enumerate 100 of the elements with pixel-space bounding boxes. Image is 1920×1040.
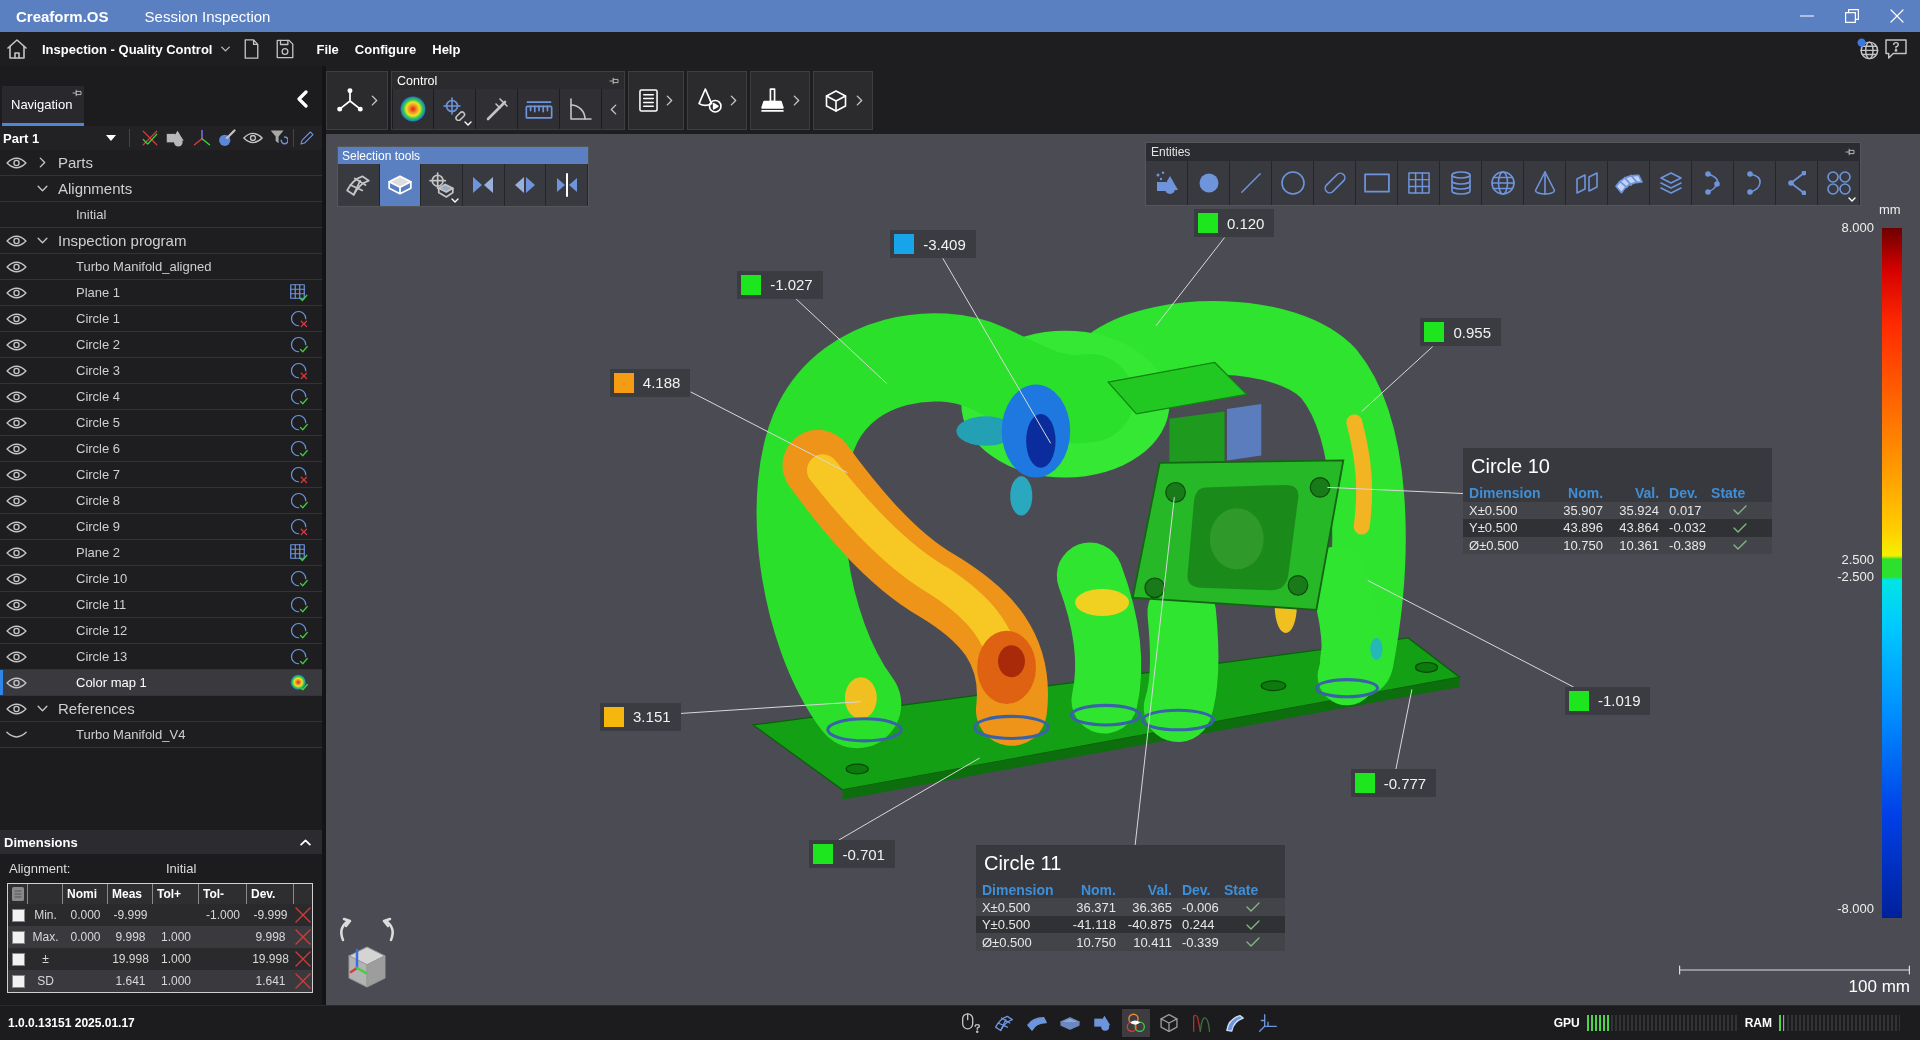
help-icon[interactable] [1885,39,1907,59]
filter-refresh-icon[interactable] [270,129,288,147]
sphere-icon[interactable] [1490,171,1515,195]
3d-viewport[interactable] [326,134,1920,1005]
rings-eye-icon[interactable] [1122,1009,1150,1037]
tree-item[interactable]: Color map 1 [0,670,322,696]
column-menu-icon[interactable] [11,887,24,901]
save-icon[interactable] [276,39,295,59]
cone-play-icon[interactable] [697,88,722,113]
eye-icon[interactable] [5,520,27,533]
planes-icon[interactable] [1574,171,1599,195]
brush-icon[interactable] [218,129,236,147]
arc-icon[interactable] [1746,171,1763,195]
eye-icon[interactable] [5,364,27,377]
toolbar-button[interactable] [475,89,517,129]
caret-icon[interactable] [464,121,472,126]
checkbox[interactable] [12,974,25,988]
shapes-icon[interactable] [166,129,186,147]
eye-icon[interactable] [5,598,27,611]
pencil-icon[interactable] [299,130,315,146]
line-icon[interactable] [1239,172,1262,194]
cone-icon[interactable] [1533,171,1556,195]
cross-check-icon[interactable] [141,129,159,147]
chevron-down-icon[interactable] [36,185,48,192]
chevron-right-icon[interactable] [730,95,737,106]
eye-icon[interactable] [243,132,263,144]
checkbox[interactable] [12,908,25,922]
surface-patch-icon[interactable] [1614,172,1643,194]
layers-icon[interactable] [1658,171,1683,195]
circle-icon[interactable] [1280,171,1305,195]
eye-icon[interactable] [5,572,27,585]
cube-icon[interactable] [823,88,848,113]
eye-icon[interactable] [5,546,27,559]
home-icon[interactable] [7,39,27,59]
eye-icon[interactable] [5,338,27,351]
eye-icon[interactable] [5,260,27,273]
toolbar-button[interactable] [813,71,873,130]
chevron-down-icon[interactable] [36,705,48,712]
caliper-icon[interactable] [484,97,509,121]
axes-icon[interactable] [336,87,363,114]
caret-icon[interactable] [1848,197,1856,202]
eye-icon[interactable] [5,494,27,507]
eye-icon[interactable] [5,286,27,299]
eye-icon[interactable] [5,676,27,689]
eye-icon[interactable] [5,624,27,637]
slot-icon[interactable] [1322,171,1347,195]
toolbar-button[interactable] [433,89,475,129]
stamp-icon[interactable] [760,88,785,113]
toolbar-button[interactable] [628,71,684,130]
tool-button[interactable] [338,164,380,206]
file-icon[interactable] [244,39,260,59]
chevron-down-icon[interactable] [36,237,48,244]
tool-button[interactable] [379,164,422,206]
menu-item[interactable]: Configure [354,41,417,57]
chevron-right-icon[interactable] [666,95,673,106]
toolbar-button[interactable] [326,71,388,130]
chevron-right-icon[interactable] [793,95,800,106]
menu-item[interactable]: Help [432,41,461,57]
grid-icon[interactable] [1407,172,1430,194]
arc-icon[interactable] [1704,171,1721,195]
caret-icon[interactable] [451,198,459,203]
eye-icon[interactable] [5,312,27,325]
chevron-right-icon[interactable] [38,157,46,168]
tool-button[interactable] [504,164,547,206]
rectangle-icon[interactable] [1363,173,1390,193]
tool-button[interactable] [421,164,463,206]
toolbar-button[interactable] [517,89,559,129]
eye-icon[interactable] [5,234,27,247]
mesh-surface-icon[interactable] [345,172,372,198]
workspace-dropdown[interactable]: Inspection - Quality Control [42,41,231,57]
four-circles-icon[interactable] [1826,171,1851,195]
toolbar-button[interactable] [559,89,601,129]
cylinder-icon[interactable] [1450,171,1471,195]
crosshair-link-icon[interactable] [442,97,467,121]
angle-icon[interactable] [1787,171,1806,195]
pin-icon[interactable] [1845,148,1855,156]
mirror-icon[interactable] [554,173,579,197]
chevron-right-icon[interactable] [855,95,863,106]
toolbar-button[interactable] [687,71,747,130]
chevron-left-icon[interactable] [609,103,617,115]
eye-icon[interactable] [5,650,27,663]
eye-icon[interactable] [5,416,27,429]
eye-icon[interactable] [5,468,27,481]
tool-button[interactable] [463,164,505,206]
eye-icon[interactable] [5,390,27,403]
crosshair-box-icon[interactable] [428,172,455,198]
closed-eye-icon[interactable] [5,731,27,738]
ruler-icon[interactable] [524,99,553,119]
pin-icon[interactable] [609,76,619,85]
color-disc-icon[interactable] [400,96,426,122]
eye-icon[interactable] [5,156,27,169]
angle-icon[interactable] [568,97,593,121]
eye-icon[interactable] [5,702,27,715]
chevron-up-icon[interactable] [300,838,311,846]
restore-icon[interactable] [1845,9,1859,23]
eye-icon[interactable] [5,442,27,455]
point-icon[interactable] [1198,173,1219,193]
checkbox[interactable] [12,952,25,966]
toolbar-button[interactable] [392,89,433,129]
toolbar-button[interactable] [750,71,810,130]
